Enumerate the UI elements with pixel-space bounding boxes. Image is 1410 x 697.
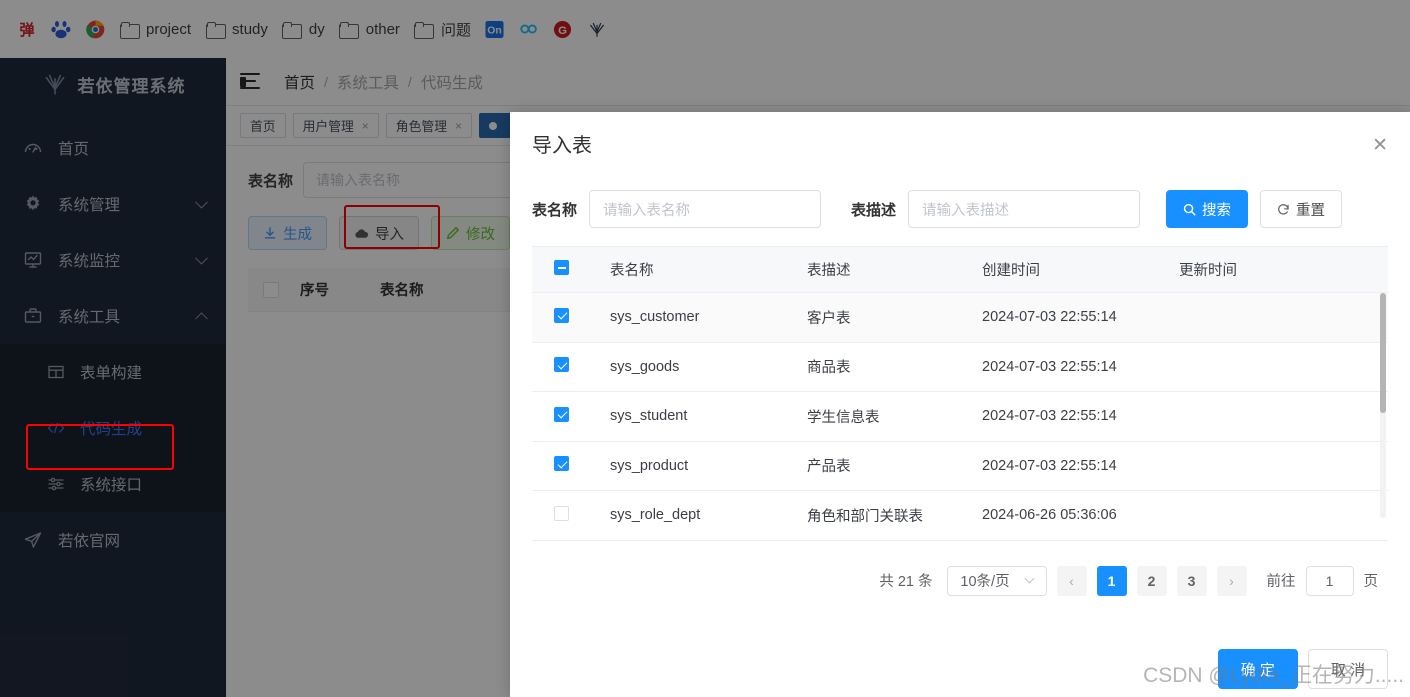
dialog-search-button[interactable]: 搜索: [1166, 190, 1249, 228]
dialog-table-name-label: 表名称: [532, 201, 578, 219]
refresh-icon: [1277, 203, 1290, 216]
dialog-header: 导入表 ✕: [510, 112, 1410, 174]
select-all-checkbox[interactable]: [554, 260, 569, 275]
scrollbar-thumb[interactable]: [1380, 293, 1386, 413]
cell-create-time: 2024-07-03 22:55:14: [982, 309, 1117, 326]
page-size-value: 10条/页: [960, 574, 1010, 590]
chevron-down-icon: [1024, 573, 1035, 584]
dialog-table-desc-input[interactable]: 请输入表描述: [908, 190, 1141, 228]
pagination-jump-label: 前往: [1266, 574, 1296, 590]
cell-create-time: 2024-07-03 22:55:14: [982, 358, 1117, 375]
cell-table-name: sys_customer: [610, 309, 700, 326]
dialog-search-form: 表名称 请输入表名称 表描述 请输入表描述 搜索 重置: [532, 190, 1388, 228]
dialog-footer: 确 定 取 消: [1217, 649, 1388, 689]
row-checkbox[interactable]: [554, 406, 569, 422]
table-row[interactable]: sys_student 学生信息表 2024-07-03 22:55:14: [532, 392, 1388, 442]
cell-table-desc: 学生信息表: [807, 409, 880, 426]
page-size-select[interactable]: 10条/页: [946, 565, 1047, 596]
cell-table-name: sys_student: [610, 408, 688, 425]
pagination-page-2[interactable]: 2: [1136, 565, 1167, 596]
close-icon[interactable]: ✕: [1372, 136, 1388, 155]
pagination-jump-input[interactable]: 1: [1305, 565, 1354, 596]
pagination: 共 21 条 10条/页 ‹ 1 2 3 › 前往 1 页: [532, 565, 1388, 596]
row-checkbox[interactable]: [554, 505, 569, 521]
button-label: 重置: [1296, 202, 1326, 219]
table-row[interactable]: sys_product 产品表 2024-07-03 22:55:14: [532, 441, 1388, 491]
pagination-jump-unit: 页: [1363, 574, 1379, 590]
input-placeholder: 请输入表名称: [603, 202, 691, 219]
cell-create-time: 2024-06-26 05:36:06: [982, 507, 1117, 524]
import-table-dialog: 导入表 ✕ 表名称 请输入表名称 表描述 请输入表描述 搜索 重置 表名称 表描…: [510, 112, 1410, 697]
screenshot-root: 弹 project study dy other 问题 On G 若依管理系统 …: [0, 0, 1410, 697]
table-row[interactable]: sys_customer 客户表 2024-07-03 22:55:14: [532, 293, 1388, 343]
column-header-update-time: 更新时间: [1179, 263, 1237, 279]
cell-create-time: 2024-07-03 22:55:14: [982, 408, 1117, 425]
pagination-prev-button[interactable]: ‹: [1056, 565, 1087, 596]
pagination-page-1[interactable]: 1: [1096, 565, 1127, 596]
cell-create-time: 2024-07-03 22:55:14: [982, 457, 1117, 474]
dialog-table: 表名称 表描述 创建时间 更新时间 sys_customer 客户表 2024-…: [532, 246, 1388, 541]
table-scrollbar[interactable]: [1380, 293, 1386, 518]
pagination-total: 共 21 条: [879, 574, 933, 590]
cell-table-name: sys_role_dept: [610, 507, 701, 524]
row-checkbox[interactable]: [554, 307, 569, 323]
dialog-table-name-input[interactable]: 请输入表名称: [589, 190, 822, 228]
dialog-reset-button[interactable]: 重置: [1260, 190, 1343, 228]
cell-table-name: sys_product: [610, 457, 689, 474]
input-placeholder: 请输入表描述: [922, 202, 1010, 219]
cancel-button[interactable]: 取 消: [1307, 649, 1388, 689]
dialog-body: 表名称 请输入表名称 表描述 请输入表描述 搜索 重置 表名称 表描述 创建时间…: [510, 174, 1410, 596]
row-checkbox[interactable]: [554, 357, 569, 373]
column-header-table-name: 表名称: [610, 263, 654, 279]
dialog-title: 导入表: [532, 134, 592, 157]
cell-table-desc: 角色和部门关联表: [807, 508, 923, 525]
confirm-button[interactable]: 确 定: [1217, 649, 1298, 689]
pagination-next-button[interactable]: ›: [1216, 565, 1247, 596]
dialog-table-desc-label: 表描述: [851, 201, 897, 219]
row-checkbox[interactable]: [554, 456, 569, 472]
cell-table-name: sys_goods: [610, 358, 680, 375]
cell-table-desc: 产品表: [807, 459, 851, 476]
dialog-table-header-row: 表名称 表描述 创建时间 更新时间: [532, 247, 1388, 293]
table-row[interactable]: sys_goods 商品表 2024-07-03 22:55:14: [532, 342, 1388, 392]
column-header-create-time: 创建时间: [982, 263, 1040, 279]
button-label: 搜索: [1202, 202, 1232, 219]
table-row[interactable]: sys_role_dept 角色和部门关联表 2024-06-26 05:36:…: [532, 491, 1388, 541]
cell-table-desc: 商品表: [807, 360, 851, 377]
search-icon: [1183, 203, 1196, 216]
cell-table-desc: 客户表: [807, 310, 851, 327]
column-header-table-desc: 表描述: [807, 263, 851, 279]
pagination-page-3[interactable]: 3: [1176, 565, 1207, 596]
